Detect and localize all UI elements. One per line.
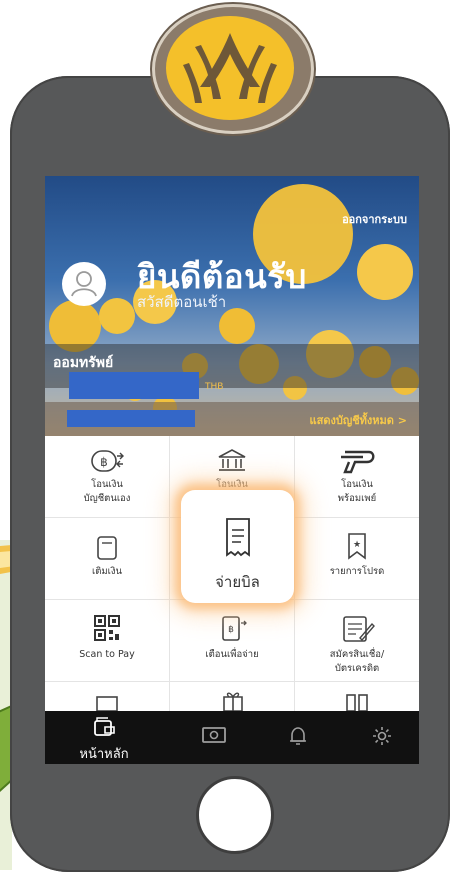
menu-promptpay[interactable]: โอนเงิน พร้อมเพย์: [295, 448, 419, 506]
user-icon: [71, 271, 97, 297]
menu-scan-to-pay[interactable]: Scan to Pay: [45, 614, 169, 662]
grid-menu-icon: [346, 694, 368, 711]
currency-label: THB: [205, 382, 224, 392]
menu-transfer-own-account[interactable]: ฿ โอนเงิน บัญชีตนเอง: [45, 448, 169, 506]
app-screen: ออกจากระบบ ยินดีต้อนรับ สวัสดีตอนเช้า ออ…: [45, 176, 419, 764]
menu-label: จ่ายบิล: [215, 573, 260, 591]
home-icon: [94, 717, 115, 736]
promptpay-icon: [341, 450, 375, 474]
bell-icon: [290, 727, 306, 745]
menu-label: เตือนเพื่อจ่าย: [205, 649, 259, 660]
svg-text:฿: ฿: [228, 625, 234, 635]
menu-bill-payment[interactable]: จ่ายบิล: [181, 490, 294, 603]
account-balance-mask: [67, 410, 195, 427]
bank-icon: [218, 449, 246, 471]
bank-logo-icon: [166, 16, 294, 120]
menu-apply-credit[interactable]: สมัครสินเชื่อ/ บัตรเครดิต: [295, 614, 419, 676]
menu-label: Scan to Pay: [79, 649, 135, 660]
topup-icon: [97, 536, 117, 560]
bill-icon: [225, 518, 250, 557]
show-all-accounts-link[interactable]: แสดงบัญชีทั้งหมด >: [310, 411, 407, 429]
menu-label: บัตรเครดิต: [334, 663, 380, 674]
menu-label: รายการโปรด: [329, 566, 385, 577]
menu-label: โอนเงิน: [91, 479, 123, 490]
nav-settings[interactable]: [371, 725, 393, 751]
qr-code-icon: [94, 615, 120, 641]
svg-text:★: ★: [353, 540, 361, 550]
grid-divider: [45, 681, 419, 682]
bank-logo: [152, 4, 314, 134]
greeting-text: สวัสดีตอนเช้า: [137, 293, 227, 311]
avatar[interactable]: [62, 262, 106, 306]
cash-icon: [202, 727, 226, 743]
menu-label: โอนเงิน: [341, 479, 373, 490]
menu-label: บัญชีตนเอง: [83, 493, 131, 504]
menu-label: พร้อมเพย์: [337, 493, 377, 504]
menu-transfer[interactable]: โอนเงิน: [170, 448, 294, 492]
printer-icon: [96, 696, 118, 711]
menu-payment-alert[interactable]: ฿ เตือนเพื่อจ่าย: [170, 614, 294, 662]
menu-label: เติมเงิน: [91, 566, 123, 577]
nav-home-label: หน้าหลัก: [79, 747, 129, 762]
nav-notifications[interactable]: [287, 725, 309, 751]
payment-alert-icon: ฿: [222, 616, 247, 641]
svg-text:฿: ฿: [100, 455, 108, 469]
welcome-hero: ออกจากระบบ ยินดีต้อนรับ สวัสดีตอนเช้า ออ…: [45, 176, 419, 436]
favorite-star-icon: ★: [348, 533, 366, 560]
account-number-mask: [69, 372, 199, 399]
settings-icon: [373, 727, 391, 745]
apply-form-icon: [343, 616, 375, 642]
gift-icon: [223, 692, 243, 711]
home-button[interactable]: [196, 776, 274, 854]
menu-topup[interactable]: เติมเงิน: [45, 535, 169, 579]
menu-favorites[interactable]: ★ รายการโปรด: [295, 531, 419, 579]
nav-home[interactable]: หน้าหลัก: [67, 717, 141, 764]
bottom-nav: หน้าหลัก: [45, 711, 419, 764]
account-type-label: ออมทรัพย์: [53, 355, 114, 371]
baht-transfer-icon: ฿: [91, 450, 124, 472]
logout-link[interactable]: ออกจากระบบ: [342, 210, 407, 228]
menu-label: สมัครสินเชื่อ/: [329, 649, 385, 660]
nav-cash[interactable]: [201, 725, 227, 749]
